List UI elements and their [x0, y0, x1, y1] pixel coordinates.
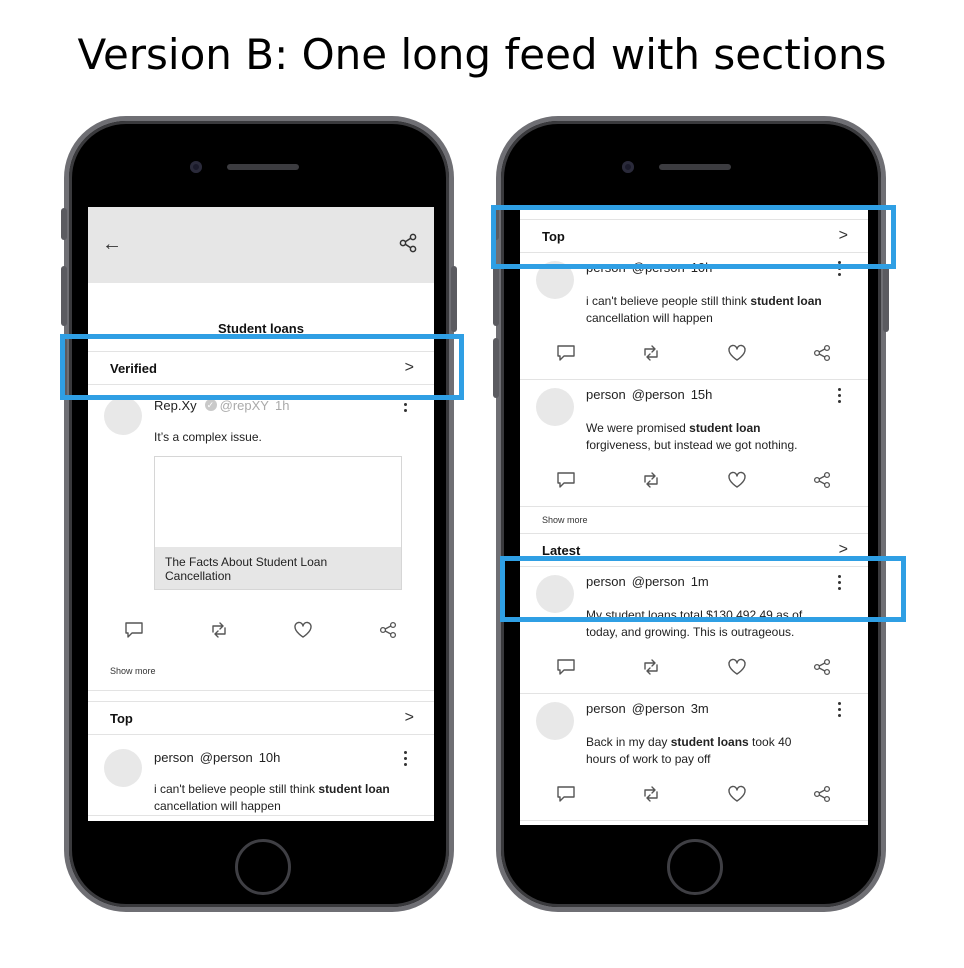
list-item[interactable]: person @person 3m Back in my day student l… — [520, 694, 868, 821]
retweet-icon[interactable] — [641, 658, 661, 676]
arrow-left-icon[interactable]: ← — [102, 233, 122, 256]
share-icon[interactable] — [812, 658, 832, 676]
share-icon[interactable] — [812, 785, 832, 803]
link-card-caption: The Facts About Student Loan Cancellatio… — [155, 547, 401, 589]
earpiece — [659, 164, 731, 170]
verified-badge-icon — [204, 394, 217, 416]
show-more-link[interactable]: Show more — [88, 656, 434, 691]
camera-icon — [622, 161, 634, 173]
heart-icon[interactable] — [727, 471, 747, 489]
avatar[interactable] — [536, 388, 574, 426]
list-item[interactable]: person @person 10h i can't believe people … — [520, 253, 868, 380]
post-time: 3m — [690, 701, 709, 716]
comment-icon[interactable] — [556, 344, 576, 362]
post-actions — [536, 641, 854, 693]
post-author[interactable]: person — [154, 750, 194, 765]
phone-left: ← Student loans Verified > Rep.Xy@repXY1… — [61, 116, 457, 912]
post-top[interactable]: person @person 10h i can't believe people … — [88, 735, 434, 816]
share-icon[interactable] — [812, 344, 832, 362]
retweet-icon[interactable] — [209, 621, 229, 639]
avatar[interactable] — [536, 702, 574, 740]
avatar[interactable] — [104, 749, 142, 787]
post-handle[interactable]: @repXY — [220, 398, 269, 413]
share-icon[interactable] — [398, 233, 418, 258]
heart-icon[interactable] — [727, 658, 747, 676]
retweet-icon[interactable] — [641, 344, 661, 362]
post-author[interactable]: person — [586, 701, 626, 716]
post-text: We were promised student loan forgivenes… — [586, 421, 798, 452]
post-actions — [536, 768, 854, 820]
post-handle[interactable]: @person — [632, 701, 685, 716]
show-more-link[interactable]: Show more — [520, 507, 868, 533]
post-time: 1h — [274, 398, 290, 413]
heart-icon[interactable] — [293, 621, 313, 639]
camera-icon — [190, 161, 202, 173]
chevron-right-icon: > — [404, 709, 414, 726]
earpiece — [227, 164, 299, 170]
post-text: It’s a complex issue. — [154, 430, 262, 444]
more-options-icon[interactable] — [404, 751, 408, 769]
post-actions — [104, 604, 420, 656]
post-text: i can't believe people still think stude… — [586, 294, 822, 325]
share-icon[interactable] — [812, 471, 832, 489]
post-actions — [536, 454, 854, 506]
post-verified[interactable]: Rep.Xy @repXY 1h It’s a complex issue. The… — [88, 385, 434, 656]
comment-icon[interactable] — [556, 785, 576, 803]
screen-left[interactable]: ← Student loans Verified > Rep.Xy@repXY1… — [88, 207, 434, 821]
section-header-top[interactable]: Top > — [88, 701, 434, 735]
comment-icon[interactable] — [124, 621, 144, 639]
post-author[interactable]: Rep.Xy — [154, 398, 197, 413]
avatar[interactable] — [104, 397, 142, 435]
share-icon[interactable] — [378, 621, 398, 639]
post-handle[interactable]: @person — [632, 387, 685, 402]
retweet-icon[interactable] — [641, 785, 661, 803]
heart-icon[interactable] — [727, 344, 747, 362]
post-time: 10h — [258, 750, 281, 765]
comment-icon[interactable] — [556, 658, 576, 676]
highlight-verified-section — [60, 334, 464, 400]
highlight-top-section — [491, 205, 896, 269]
post-text: i can't believe people still think stude… — [154, 782, 390, 813]
post-actions — [536, 327, 854, 379]
section-label: Top — [110, 710, 133, 726]
list-item[interactable]: person @person 15h We were promised studen… — [520, 380, 868, 507]
home-button[interactable] — [667, 839, 723, 895]
comment-icon[interactable] — [556, 471, 576, 489]
post-text: Back in my day student loans took 40 hou… — [586, 735, 792, 766]
retweet-icon[interactable] — [641, 471, 661, 489]
home-button[interactable] — [235, 839, 291, 895]
post-time: 15h — [690, 387, 713, 402]
highlight-latest-section — [500, 556, 906, 622]
more-options-icon[interactable] — [838, 388, 842, 406]
link-card[interactable]: The Facts About Student Loan Cancellatio… — [154, 456, 402, 590]
more-options-icon[interactable] — [838, 702, 842, 720]
screen-right[interactable]: Top > person @person 10h i can't believe p… — [520, 207, 868, 825]
post-handle[interactable]: @person — [200, 750, 253, 765]
heart-icon[interactable] — [727, 785, 747, 803]
page-title: Version B: One long feed with sections — [77, 30, 887, 79]
post-author[interactable]: person — [586, 387, 626, 402]
app-bar: ← — [88, 207, 434, 283]
